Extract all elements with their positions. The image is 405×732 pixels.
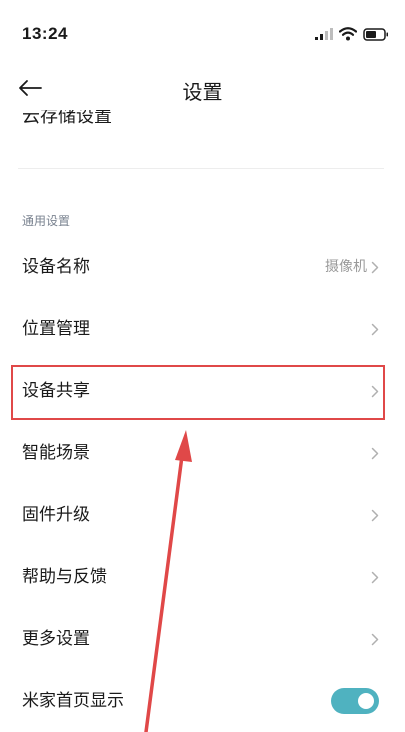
row-label: 固件升级: [22, 505, 90, 525]
chevron-right-icon: [371, 261, 379, 274]
annotation-highlight-box: [11, 365, 385, 420]
signal-icon: [315, 28, 333, 40]
row-label: 更多设置: [22, 629, 90, 649]
header: 设置: [0, 66, 405, 110]
wifi-icon: [339, 27, 357, 41]
chevron-right-icon: [371, 571, 379, 584]
battery-icon: [363, 27, 388, 41]
chevron-right-icon: [372, 110, 380, 112]
row-location-management[interactable]: 位置管理: [0, 298, 405, 360]
status-bar: 13:24: [0, 0, 405, 70]
cloud-storage-row[interactable]: 云存储设置: [22, 110, 384, 127]
row-label: 位置管理: [22, 319, 90, 339]
page-title: 设置: [182, 80, 223, 104]
row-help-feedback[interactable]: 帮助与反馈: [0, 546, 405, 608]
cloud-storage-label: 云存储设置: [22, 110, 112, 127]
row-device-name[interactable]: 设备名称 摄像机: [0, 236, 405, 298]
row-more-settings[interactable]: 更多设置: [0, 608, 405, 670]
row-label: 帮助与反馈: [22, 567, 107, 587]
mijia-home-display-toggle[interactable]: [331, 688, 379, 714]
status-time: 13:24: [22, 24, 68, 43]
row-label: 设备名称: [22, 257, 90, 277]
row-label: 米家首页显示: [22, 691, 124, 711]
row-firmware-upgrade[interactable]: 固件升级: [0, 484, 405, 546]
chevron-right-icon: [371, 447, 379, 460]
row-smart-scene[interactable]: 智能场景: [0, 422, 405, 484]
row-mijia-home-display: 米家首页显示: [0, 670, 405, 732]
chevron-right-icon: [371, 323, 379, 336]
status-icons: [315, 24, 389, 44]
row-value-device-name: 摄像机: [325, 259, 367, 275]
chevron-right-icon: [371, 509, 379, 522]
chevron-right-icon: [371, 633, 379, 646]
row-label: 智能场景: [22, 443, 90, 463]
section-label-general: 通用设置: [22, 214, 71, 228]
toggle-knob: [358, 693, 374, 709]
settings-list: 云存储设置 通用设置 设备名称 摄像机 位置管理 设备共享 智能场景 固件升级: [0, 110, 405, 732]
divider: [18, 168, 384, 169]
